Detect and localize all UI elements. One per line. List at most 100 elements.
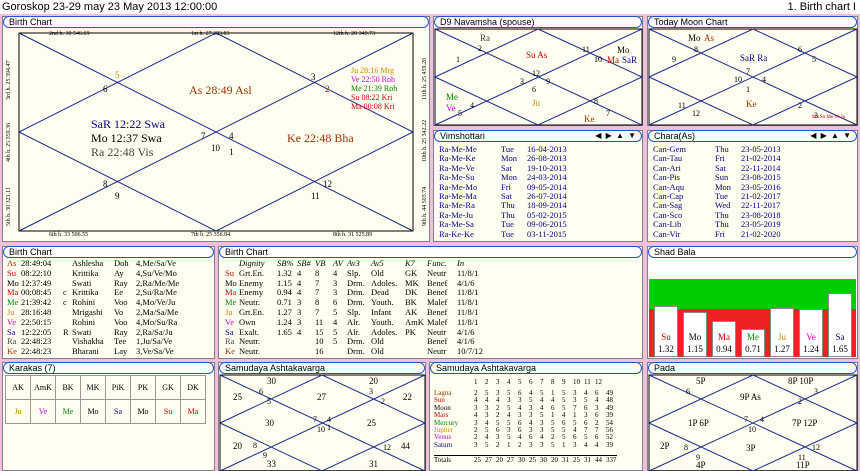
samudaya-col-header: 1 — [474, 378, 478, 386]
shad-bala-bar[interactable]: Sa 1.65 — [828, 293, 852, 357]
karakas-header[interactable]: Karakas (7) — [3, 362, 214, 374]
today-moon-panel[interactable]: Today Moon Chart Mo As SaR Ra Ke Ma Su M… — [647, 16, 859, 126]
pada-panel[interactable]: Pada 5P 8P 10P 6 9P As 3 2 1P 6P 7 4 7P … — [647, 362, 859, 471]
samudaya-row[interactable]: Sun 4 4 4 3 3 5 4 4 5 3 5 4 48 — [434, 396, 617, 404]
shad-bala-bar[interactable]: Me 0.71 — [741, 329, 765, 357]
chara-panel[interactable]: Chara(As) ◀ ▶ ▲ ▼ Can-Gem Thu 23-05-2013 Ca… — [647, 130, 858, 242]
vimshottari-row[interactable]: Ra-Ke-Ke Tue 03-11-2015 — [439, 229, 567, 239]
birth-table-2-cell: 5 — [333, 336, 338, 347]
karaka-planet: Ju — [5, 399, 31, 424]
pada-chart-svg — [648, 374, 859, 471]
d9-mo: Mo — [617, 45, 630, 55]
vimshottari-panel[interactable]: Vimshottari ◀ ▶ ▲ ▼ Ra-Me-Me Tue 16-04-201… — [433, 130, 643, 242]
birth-table-2-cell: PK — [405, 326, 416, 337]
planet-ju[interactable]: Ju 28:16 Mrg — [351, 66, 394, 75]
shad-bala-planet: Ju — [777, 332, 786, 342]
d9-navamsha-panel[interactable]: D9 Navamsha (spouse) Ra Su As Mo Ma SaR … — [433, 16, 644, 126]
shad-bala-bar[interactable]: Su 1.32 — [654, 306, 678, 357]
moon-num: 12 — [692, 109, 700, 118]
chara-row[interactable]: Can-Vir Fri 21-02-2020 — [653, 228, 781, 239]
planet-mo[interactable]: Mo 12:37 Swa — [91, 131, 162, 146]
d9-header[interactable]: D9 Navamsha (spouse) — [434, 16, 642, 28]
sam-num: 1 — [327, 423, 331, 432]
samudaya-col-header: 10 — [573, 378, 580, 386]
shad-bala-bar[interactable]: Ju 1.27 — [770, 308, 794, 357]
samudaya-total: 20 — [551, 456, 558, 465]
planet-su[interactable]: Su 08:22 Kri — [351, 93, 392, 102]
shad-bala-bar[interactable]: Mo 1.15 — [683, 312, 707, 357]
planet-ve[interactable]: Ve 22:50 Roh — [351, 75, 395, 84]
samudaya-cell: 3 — [540, 440, 544, 449]
sam-num: 6 — [259, 387, 263, 396]
samudaya-row[interactable]: Saturn 3 5 2 1 2 3 3 5 1 3 4 4 39 — [434, 440, 617, 449]
birth-chart-header[interactable]: Birth Chart — [3, 16, 429, 28]
karaka-label: DK — [180, 375, 206, 400]
shad-bala-bar[interactable]: Ve 1.24 — [799, 309, 823, 357]
birth-table-1-panel[interactable]: Birth Chart As 28:49:04 Ashlesha Doh 4,Me/Sa… — [2, 246, 215, 359]
pada-num: 8 — [684, 443, 688, 452]
house-label-7: 7th h. 25 356.84 — [191, 232, 231, 238]
vimshottari-nav-buttons[interactable]: ◀ ▶ ▲ ▼ — [595, 131, 637, 141]
samudaya-total: 25 — [474, 456, 481, 465]
karaka-planet: Ve — [30, 399, 56, 424]
moon-num: 1 — [746, 85, 750, 94]
shad-bala-planet: Sa — [835, 332, 845, 342]
pada-val: 5P — [696, 376, 706, 386]
birth-table-1-cell: Ke — [7, 346, 17, 357]
planet-ke[interactable]: Ke 22:48 Bha — [287, 131, 354, 146]
chara-period: Can-Vir — [653, 228, 681, 239]
d9-num: 1 — [456, 55, 460, 64]
samudaya-cell: 4 — [584, 440, 588, 449]
sign-number: 6 — [103, 84, 108, 94]
samudaya-row[interactable]: Mars 4 3 2 4 3 3 5 1 4 1 3 6 39 — [434, 411, 617, 419]
birth-table-2-panel[interactable]: Birth Chart Dignity SB% SB# VB AV Av3 Av5 K7 Fun… — [218, 246, 643, 359]
samudaya-row[interactable]: Lagna 2 5 3 5 6 4 5 1 5 3 4 6 49 — [434, 389, 617, 397]
karakas-grid: AK AmK BK MK PiK PK GK DK Ju Ve Me Mo Sa Mo Su Ma — [5, 375, 206, 424]
samudaya-table-panel[interactable]: Samudaya Ashtakavarga 1 2 3 4 5 6 7 8 9 10 11 12 Lag… — [429, 362, 643, 471]
moon-num: 6 — [798, 45, 802, 54]
samudaya-total: Totals — [434, 456, 452, 465]
samudaya-chart-panel[interactable]: Samudaya Ashtakavarga 30 20 25 6 5 27 2 … — [218, 362, 427, 471]
samudaya-row[interactable]: Mercury 3 4 5 5 6 4 3 5 6 5 6 2 54 — [434, 419, 617, 427]
shad-bala-value: 1.32 — [658, 344, 674, 354]
samudaya-table-header[interactable]: Samudaya Ashtakavarga — [430, 362, 642, 374]
pada-header[interactable]: Pada — [648, 362, 857, 374]
birth-table-1-header[interactable]: Birth Chart — [3, 246, 214, 258]
planet-ma[interactable]: Ma 00:08 Kri — [351, 102, 395, 111]
chara-title: Chara(As) — [654, 131, 696, 141]
shad-bala-header[interactable]: Shad Bala — [648, 246, 857, 258]
birth-table-2-row[interactable]: Ke Neutr. 16 Drm. Old Neutr 10/7/12 — [225, 346, 497, 357]
house-label-11: 11th h. 25 459.20 — [422, 58, 428, 100]
birth-table-2-cell: Neutr. — [239, 346, 261, 357]
birth-table-2-cell: Old — [371, 346, 384, 357]
samudaya-cell: 3 — [474, 440, 478, 449]
shad-bala-bar[interactable]: Ma 0.94 — [712, 321, 736, 357]
samudaya-row[interactable]: Moon 3 3 2 5 4 3 4 6 5 7 6 3 49 — [434, 404, 617, 412]
karaka-planet: Mo — [130, 399, 156, 424]
planet-sa[interactable]: SaR 12:22 Swa — [91, 117, 165, 132]
birth-table-2-header[interactable]: Birth Chart — [219, 246, 642, 258]
birth-table-1-row[interactable]: Ke 22:48:23 Bharani Lay 3,Ve/Sa/Ve — [7, 346, 196, 357]
planet-as[interactable]: As 28:49 Asl — [189, 83, 252, 98]
samudaya-row[interactable]: Jupiter 2 5 6 3 6 3 3 5 5 4 7 7 56 — [434, 426, 617, 434]
d9-ke: Ke — [584, 114, 595, 124]
sam-val: 44 — [401, 441, 410, 451]
moon-header[interactable]: Today Moon Chart — [648, 16, 857, 28]
chara-header[interactable]: Chara(As) ◀ ▶ ▲ ▼ — [648, 130, 857, 142]
chara-nav-buttons[interactable]: ◀ ▶ ▲ ▼ — [810, 131, 852, 141]
samudaya-chart-header[interactable]: Samudaya Ashtakavarga — [219, 362, 425, 374]
d9-num: 3 — [520, 77, 524, 86]
karakas-panel[interactable]: Karakas (7) AK AmK BK MK PiK PK GK DK Ju Ve Me Mo Sa… — [2, 362, 215, 471]
sam-num: 12 — [383, 443, 391, 452]
samudaya-row[interactable]: Venus 2 4 3 5 4 6 4 2 5 6 5 6 52 — [434, 433, 617, 441]
birth-table-2-cell: Ke — [225, 346, 235, 357]
birth-chart-panel[interactable]: Birth Chart 2nd h. 30 546.69 1st h. 27 3… — [2, 16, 430, 242]
samudaya-total: 31 — [562, 456, 569, 465]
planet-me[interactable]: Me 21:39 Roh — [351, 84, 397, 93]
birth-table-2-cell: 16 — [315, 346, 324, 357]
shad-bala-panel[interactable]: Shad Bala Su 1.32 Mo 1.15 Ma 0.94 Me 0.71 Ju 1.27… — [647, 246, 858, 359]
samudaya-totals-row: Totals 25 27 20 27 30 25 30 20 31 25 31 44 337 — [434, 455, 617, 464]
samudaya-cell: 4 — [595, 440, 599, 449]
planet-ra[interactable]: Ra 22:48 Vis — [91, 145, 153, 160]
vimshottari-header[interactable]: Vimshottari ◀ ▶ ▲ ▼ — [434, 130, 642, 142]
